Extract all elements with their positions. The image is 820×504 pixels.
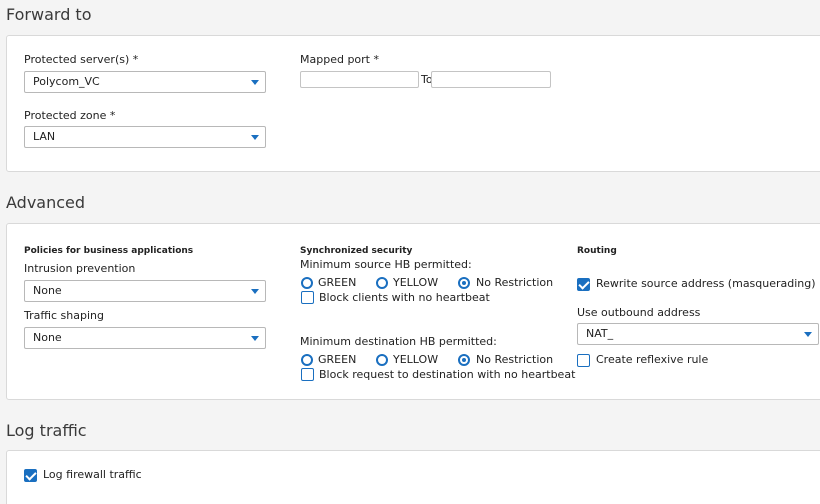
source-no-restriction-label: No Restriction [476, 276, 554, 289]
block-request-checkbox[interactable] [301, 368, 314, 381]
mapped-port-label: Mapped port * [300, 53, 379, 66]
advanced-heading: Advanced [6, 193, 86, 212]
mapped-port-to-input[interactable] [431, 71, 551, 88]
min-dest-hb-label: Minimum destination HB permitted: [300, 335, 497, 348]
rewrite-source-label: Rewrite source address (masquerading) [596, 277, 816, 290]
chevron-down-icon [251, 336, 259, 341]
block-clients-label: Block clients with no heartbeat [319, 291, 490, 304]
outbound-address-value: NAT_ [586, 327, 614, 340]
min-source-hb-label: Minimum source HB permitted: [300, 258, 472, 271]
chevron-down-icon [251, 135, 259, 140]
chevron-down-icon [251, 80, 259, 85]
forward-to-heading: Forward to [6, 5, 92, 24]
protected-zone-value: LAN [33, 130, 56, 143]
dest-yellow-radio[interactable] [376, 354, 388, 366]
log-traffic-panel: Log firewall traffic [6, 450, 820, 504]
block-request-label: Block request to destination with no hea… [319, 368, 576, 381]
reflexive-rule-checkbox[interactable] [577, 354, 590, 367]
traffic-shaping-label: Traffic shaping [24, 309, 104, 322]
source-yellow-radio[interactable] [376, 277, 388, 289]
protected-zone-select[interactable]: LAN [24, 126, 266, 148]
source-green-radio[interactable] [301, 277, 313, 289]
dest-yellow-label: YELLOW [393, 353, 439, 366]
intrusion-prevention-label: Intrusion prevention [24, 262, 136, 275]
protected-servers-value: Polycom_VC [33, 75, 100, 88]
protected-servers-label: Protected server(s) * [24, 53, 139, 66]
traffic-shaping-select[interactable]: None [24, 327, 266, 349]
sync-security-heading: Synchronized security [300, 246, 413, 256]
outbound-address-label: Use outbound address [577, 306, 701, 319]
routing-heading: Routing [577, 246, 617, 256]
dest-no-restriction-radio[interactable] [458, 354, 470, 366]
source-green-label: GREEN [318, 276, 357, 289]
source-no-restriction-radio[interactable] [458, 277, 470, 289]
mapped-port-from-input[interactable] [300, 71, 419, 88]
intrusion-prevention-select[interactable]: None [24, 280, 266, 302]
chevron-down-icon [251, 289, 259, 294]
advanced-panel: Policies for business applications Intru… [6, 223, 820, 400]
protected-zone-label: Protected zone * [24, 109, 116, 122]
log-traffic-heading: Log traffic [6, 421, 87, 440]
protected-servers-select[interactable]: Polycom_VC [24, 71, 266, 93]
source-yellow-label: YELLOW [393, 276, 439, 289]
dest-no-restriction-label: No Restriction [476, 353, 554, 366]
forward-to-panel: Protected server(s) * Polycom_VC Protect… [6, 35, 820, 172]
chevron-down-icon [804, 332, 812, 337]
intrusion-prevention-value: None [33, 284, 62, 297]
dest-green-label: GREEN [318, 353, 357, 366]
dest-green-radio[interactable] [301, 354, 313, 366]
log-firewall-label: Log firewall traffic [43, 468, 142, 481]
reflexive-rule-label: Create reflexive rule [596, 353, 709, 366]
log-firewall-checkbox[interactable] [24, 469, 37, 482]
outbound-address-select[interactable]: NAT_ [577, 323, 819, 345]
policies-heading: Policies for business applications [24, 246, 194, 256]
traffic-shaping-value: None [33, 331, 62, 344]
block-clients-checkbox[interactable] [301, 291, 314, 304]
rewrite-source-checkbox[interactable] [577, 278, 590, 291]
